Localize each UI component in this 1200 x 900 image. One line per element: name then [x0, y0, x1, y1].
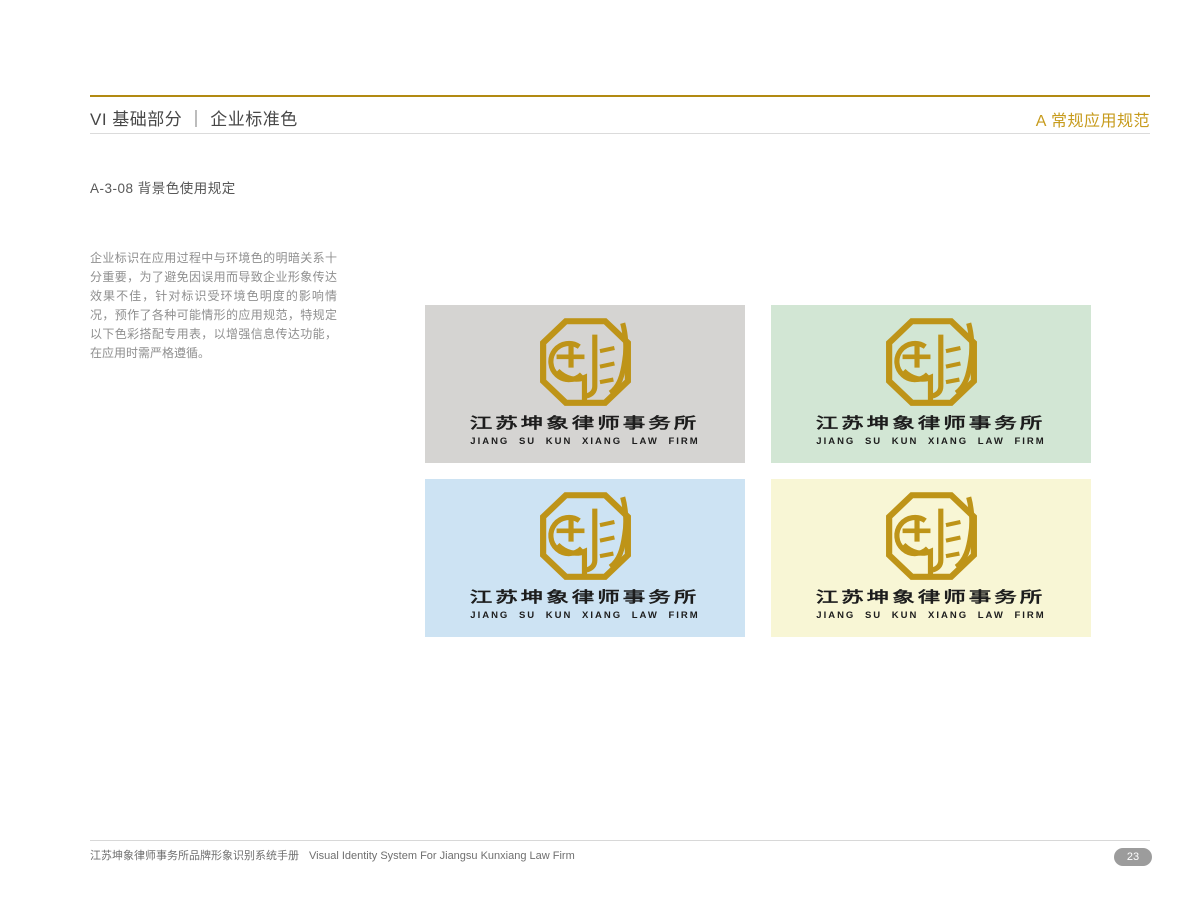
page-number-badge: 23 — [1114, 848, 1152, 866]
footer-caption-cn: 江苏坤象律师事务所品牌形象识别系统手册 — [90, 850, 299, 862]
footer-caption: 江苏坤象律师事务所品牌形象识别系统手册 Visual Identity Syste… — [90, 847, 575, 863]
kunxiang-logo-icon — [885, 318, 978, 407]
logo-panel-blue: 江苏坤象律师事务所 JIANG SU KUN XIANG LAW FIRM — [425, 479, 745, 637]
kunxiang-logo-icon — [885, 492, 978, 581]
kunxiang-logo-icon — [539, 492, 632, 581]
logo-en-text: JIANG SU KUN XIANG LAW FIRM — [470, 437, 699, 447]
logo-cn-text: 江苏坤象律师事务所 — [470, 416, 700, 432]
header-section-title: VI 基础部分 ｜ 企业标准色 — [90, 105, 298, 130]
intro-paragraph: 企业标识在应用过程中与环境色的明暗关系十分重要，为了避免因误用而导致企业形象传达… — [90, 249, 337, 363]
header-divider — [90, 133, 1150, 134]
logo-cn-text: 江苏坤象律师事务所 — [816, 590, 1046, 606]
logo-panel-gray: 江苏坤象律师事务所 JIANG SU KUN XIANG LAW FIRM — [425, 305, 745, 463]
footer-divider — [90, 840, 1150, 841]
page-title: A-3-08 背景色使用规定 — [90, 177, 236, 197]
logo-panel-green: 江苏坤象律师事务所 JIANG SU KUN XIANG LAW FIRM — [771, 305, 1091, 463]
header-gold-rule — [90, 95, 1150, 97]
kunxiang-logo-icon — [539, 318, 632, 407]
logo-cn-text: 江苏坤象律师事务所 — [470, 590, 700, 606]
logo-panel-grid: 江苏坤象律师事务所 JIANG SU KUN XIANG LAW FIRM 江苏… — [425, 305, 1091, 637]
logo-en-text: JIANG SU KUN XIANG LAW FIRM — [470, 611, 699, 621]
logo-en-text: JIANG SU KUN XIANG LAW FIRM — [816, 437, 1045, 447]
logo-cn-text: 江苏坤象律师事务所 — [816, 416, 1046, 432]
logo-panel-yellow: 江苏坤象律师事务所 JIANG SU KUN XIANG LAW FIRM — [771, 479, 1091, 637]
logo-en-text: JIANG SU KUN XIANG LAW FIRM — [816, 611, 1045, 621]
footer-caption-en: Visual Identity System For Jiangsu Kunxi… — [309, 850, 575, 862]
header-category-label: A 常规应用规范 — [1036, 107, 1150, 131]
